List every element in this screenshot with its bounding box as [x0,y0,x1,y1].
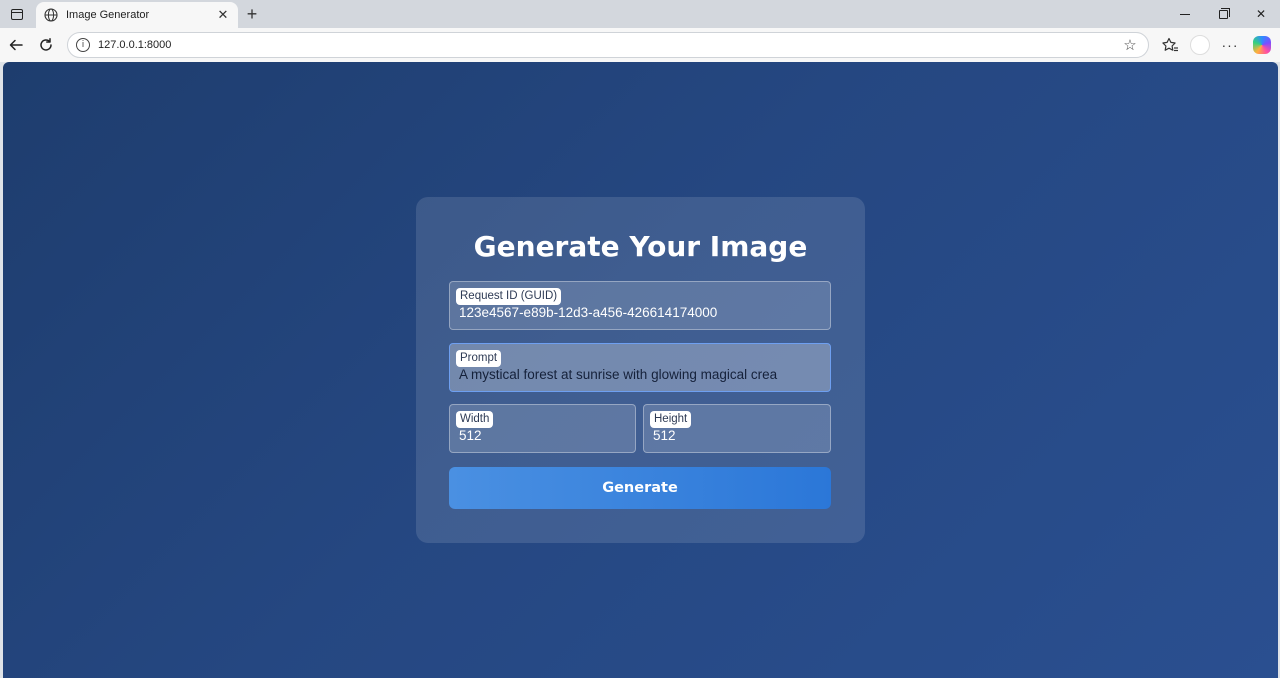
restore-button[interactable] [1204,0,1242,28]
request-id-field[interactable]: Request ID (GUID) 123e4567-e89b-12d3-a45… [449,281,831,330]
back-button[interactable] [5,34,27,56]
profile-button[interactable] [1188,34,1212,56]
more-options-icon[interactable]: ··· [1218,34,1242,56]
height-label: Height [650,411,692,428]
browser-toolbar: i 127.0.0.1:8000 ☆ ··· [0,28,1280,62]
generate-button[interactable]: Generate [449,467,831,509]
request-id-label: Request ID (GUID) [456,288,562,305]
new-tab-icon[interactable]: + [242,4,262,24]
height-input[interactable]: 512 [653,428,822,443]
globe-icon [44,8,58,22]
width-field[interactable]: Width 512 [449,404,636,453]
favorites-star-icon [1162,37,1178,52]
tab-actions-icon [11,8,23,20]
avatar [1190,35,1210,55]
close-tab-icon[interactable]: ✕ [214,6,232,24]
reload-button[interactable] [35,34,57,56]
address-bar[interactable]: i 127.0.0.1:8000 ☆ [67,32,1149,58]
browser-tab[interactable]: Image Generator ✕ [36,2,238,28]
width-label: Width [456,411,494,428]
prompt-input[interactable]: A mystical forest at sunrise with glowin… [459,367,822,382]
minimize-icon [1180,13,1190,15]
page-viewport: Generate Your Image Request ID (GUID) 12… [3,62,1278,678]
generator-card: Generate Your Image Request ID (GUID) 12… [416,197,865,543]
copilot-icon [1253,36,1271,54]
tab-actions-button[interactable] [6,4,28,24]
favorites-icon[interactable] [1158,34,1182,56]
star-icon[interactable]: ☆ [1118,35,1142,55]
back-arrow-icon [9,39,23,51]
prompt-label: Prompt [456,350,502,367]
close-window-button[interactable]: ✕ [1242,0,1280,28]
height-field[interactable]: Height 512 [643,404,831,453]
page-title: Generate Your Image [473,230,808,263]
close-icon: ✕ [1255,7,1267,21]
width-input[interactable]: 512 [459,428,627,443]
reload-icon [40,38,52,51]
restore-icon [1218,7,1230,19]
prompt-field[interactable]: Prompt A mystical forest at sunrise with… [449,343,831,392]
request-id-input[interactable]: 123e4567-e89b-12d3-a456-426614174000 [459,305,822,320]
copilot-button[interactable] [1250,34,1274,56]
address-url[interactable]: 127.0.0.1:8000 [98,39,1118,51]
tab-title: Image Generator [66,9,150,21]
browser-titlebar: Image Generator ✕ + ✕ [0,0,1280,28]
minimize-button[interactable] [1166,0,1204,28]
site-info-icon[interactable]: i [76,38,90,52]
